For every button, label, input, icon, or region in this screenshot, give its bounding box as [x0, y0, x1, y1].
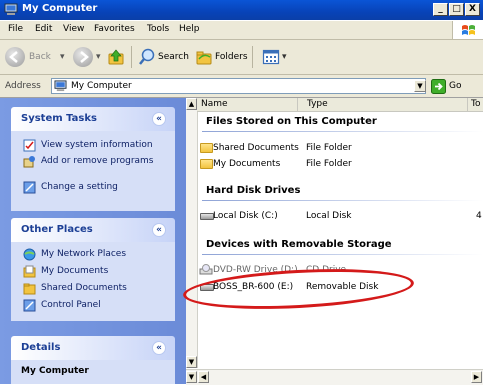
other-places-header[interactable]: Other Places « — [11, 218, 175, 242]
item-total-size: 4 — [476, 211, 482, 221]
scroll-left-button[interactable]: ◀ — [198, 371, 209, 383]
list-item[interactable]: Shared Documents File Folder — [197, 142, 397, 155]
windows-flag-icon — [452, 21, 483, 39]
menu-help[interactable]: Help — [179, 24, 200, 34]
scroll-right-button[interactable]: ▶ — [471, 371, 482, 383]
folder-icon — [200, 143, 213, 153]
place-label: Shared Documents — [41, 283, 127, 293]
group-divider — [202, 254, 483, 255]
column-name[interactable]: Name — [201, 99, 228, 109]
maximize-button[interactable]: □ — [449, 3, 464, 16]
network-places-icon — [23, 248, 36, 261]
my-documents-icon — [23, 265, 36, 278]
collapse-chevron-icon[interactable]: « — [152, 112, 166, 126]
window-title: My Computer — [22, 3, 98, 14]
close-button[interactable]: X — [465, 3, 480, 16]
collapse-chevron-icon[interactable]: « — [152, 341, 166, 355]
collapse-chevron-icon[interactable]: « — [152, 223, 166, 237]
forward-dropdown-icon[interactable]: ▾ — [96, 52, 101, 62]
place-label: Control Panel — [41, 300, 101, 310]
address-label: Address — [5, 81, 41, 91]
task-label: Add or remove programs — [41, 156, 154, 166]
system-tasks-panel: View system information Add or remove pr… — [11, 131, 175, 211]
item-type: File Folder — [306, 143, 352, 153]
column-header: Name Type To — [197, 98, 483, 112]
title-bar[interactable]: My Computer _ □ X — [0, 0, 483, 20]
my-computer-icon — [4, 3, 18, 15]
control-panel-icon — [23, 181, 36, 194]
system-tasks-title: System Tasks — [21, 113, 97, 124]
forward-arrow-icon[interactable] — [73, 47, 93, 67]
search-button[interactable]: Search — [158, 52, 189, 62]
horizontal-scrollbar[interactable]: ▼ ◀ ▶ — [186, 369, 483, 385]
group-divider — [202, 131, 483, 132]
item-type: File Folder — [306, 159, 352, 169]
folder-icon — [200, 159, 213, 169]
address-input[interactable]: My Computer ▼ — [51, 78, 426, 94]
group-divider — [202, 200, 483, 201]
views-dropdown-icon[interactable]: ▾ — [282, 52, 287, 62]
details-item-name: My Computer — [21, 366, 89, 376]
group-files-stored: Files Stored on This Computer — [206, 116, 377, 127]
address-value: My Computer — [71, 81, 132, 91]
folder-icon — [23, 283, 36, 295]
toolbar-separator — [252, 46, 253, 68]
item-name: Shared Documents — [213, 143, 299, 153]
address-dropdown-button[interactable]: ▼ — [414, 80, 426, 92]
item-type: Local Disk — [306, 211, 352, 221]
go-button[interactable]: Go — [449, 81, 461, 91]
list-item[interactable]: Local Disk (C:) Local Disk 4 — [197, 210, 483, 223]
dvd-drive-icon — [199, 264, 213, 275]
group-removable-storage: Devices with Removable Storage — [206, 239, 392, 250]
scroll-down-button[interactable]: ▼ — [186, 371, 197, 383]
list-item[interactable]: My Documents File Folder — [197, 158, 397, 171]
task-label: Change a setting — [41, 182, 118, 192]
details-title: Details — [21, 342, 61, 353]
scroll-down-button[interactable]: ▼ — [186, 356, 197, 368]
menu-tools[interactable]: Tools — [147, 24, 169, 34]
column-divider[interactable] — [297, 98, 298, 111]
toolbar-separator — [131, 46, 132, 68]
place-label: My Network Places — [41, 249, 127, 259]
item-name: My Documents — [213, 159, 281, 169]
up-folder-icon[interactable] — [106, 47, 126, 67]
folders-icon — [196, 51, 212, 65]
column-type[interactable]: Type — [307, 99, 328, 109]
views-icon[interactable] — [262, 48, 280, 66]
back-arrow-icon[interactable] — [5, 47, 25, 67]
group-hard-disk-drives: Hard Disk Drives — [206, 185, 301, 196]
other-places-panel: My Network Places My Documents Shared Do… — [11, 242, 175, 321]
address-bar: Address My Computer ▼ Go — [0, 75, 483, 98]
my-computer-icon — [54, 80, 67, 92]
system-info-icon — [23, 139, 36, 152]
menu-bar: File Edit View Favorites Tools Help — [0, 21, 483, 40]
toolbar: Back ▾ ▾ Search Folders ▾ — [0, 40, 483, 75]
go-arrow-icon[interactable] — [431, 79, 446, 94]
folders-button[interactable]: Folders — [215, 52, 248, 62]
menu-file[interactable]: File — [8, 24, 23, 34]
menu-view[interactable]: View — [63, 24, 84, 34]
scroll-up-button[interactable]: ▲ — [186, 98, 197, 110]
minimize-button[interactable]: _ — [433, 3, 448, 16]
details-header[interactable]: Details « — [11, 336, 175, 360]
control-panel-icon — [23, 299, 36, 312]
back-dropdown-icon[interactable]: ▾ — [60, 52, 65, 62]
back-button[interactable]: Back — [29, 52, 51, 62]
hard-drive-icon — [200, 213, 214, 220]
vertical-scrollbar[interactable]: ▲ ▼ — [186, 98, 198, 368]
other-places-title: Other Places — [21, 224, 93, 235]
search-icon — [139, 48, 155, 65]
menu-favorites[interactable]: Favorites — [94, 24, 135, 34]
item-name: Local Disk (C:) — [213, 211, 278, 221]
task-label: View system information — [41, 140, 153, 150]
column-divider[interactable] — [467, 98, 468, 111]
column-total-size[interactable]: To — [471, 99, 480, 109]
details-panel: My Computer — [11, 360, 175, 384]
add-remove-programs-icon — [23, 156, 35, 168]
system-tasks-header[interactable]: System Tasks « — [11, 107, 175, 131]
place-label: My Documents — [41, 266, 109, 276]
menu-edit[interactable]: Edit — [35, 24, 52, 34]
